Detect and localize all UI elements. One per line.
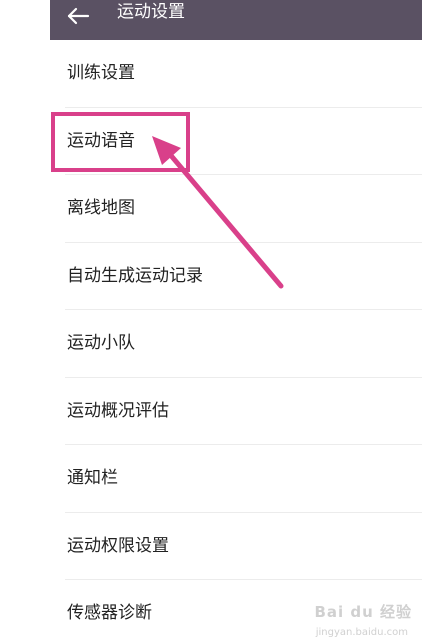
menu-item-auto-record[interactable]: 自动生成运动记录 — [65, 243, 422, 310]
menu-item-notification-bar[interactable]: 通知栏 — [65, 445, 422, 513]
page-title: 运动设置 — [117, 2, 185, 22]
menu-item-label: 运动权限设置 — [67, 535, 169, 556]
back-arrow-icon[interactable] — [66, 6, 90, 26]
app-header: 运动设置 — [50, 0, 422, 40]
menu-item-label: 训练设置 — [67, 63, 135, 83]
watermark-url: jingyan.baidu.com — [315, 627, 408, 638]
settings-list: 训练设置 运动语音 离线地图 自动生成运动记录 运动小队 运动概况评估 通知栏 … — [50, 40, 422, 642]
menu-item-offline-map[interactable]: 离线地图 — [65, 175, 422, 243]
menu-item-label: 运动概况评估 — [67, 400, 169, 421]
menu-item-label: 离线地图 — [67, 198, 135, 218]
watermark-logo: Bai du 经验 — [314, 603, 412, 621]
menu-item-label: 自动生成运动记录 — [67, 265, 203, 286]
menu-item-training-settings[interactable]: 训练设置 — [65, 40, 422, 108]
screenshot-frame: 运动设置 训练设置 运动语音 离线地图 自动生成运动记录 运动小队 运动概况评估… — [0, 0, 422, 642]
menu-item-label: 运动小队 — [67, 333, 135, 353]
menu-item-label: 传感器诊断 — [67, 603, 152, 623]
menu-item-sport-overview[interactable]: 运动概况评估 — [65, 378, 422, 445]
menu-item-sport-team[interactable]: 运动小队 — [65, 310, 422, 378]
menu-item-permission-settings[interactable]: 运动权限设置 — [65, 513, 422, 580]
menu-item-label: 运动语音 — [67, 130, 135, 151]
menu-item-label: 通知栏 — [67, 468, 118, 488]
menu-item-sport-voice[interactable]: 运动语音 — [65, 108, 422, 175]
